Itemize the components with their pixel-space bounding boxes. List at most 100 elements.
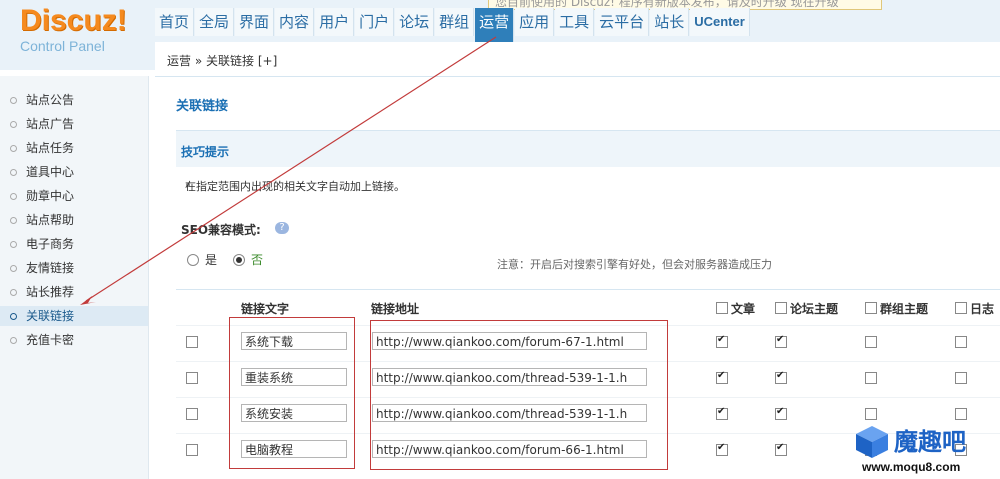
sidebar-item-label: 道具中心 — [26, 165, 75, 179]
page-title: 关联链接 — [176, 99, 229, 114]
col-link-url: 链接地址 — [371, 302, 420, 316]
seo-radio-yes-label: 是 — [205, 253, 218, 267]
thread-checkbox[interactable] — [775, 334, 787, 348]
article-checkbox[interactable] — [716, 442, 728, 456]
sidebar-item-label: 电子商务 — [26, 237, 75, 251]
nav-item-5[interactable]: 门户 — [355, 8, 395, 36]
sidebar-item-label: 友情链接 — [26, 261, 75, 275]
nav-item-1[interactable]: 全局 — [195, 8, 235, 36]
blog-checkbox[interactable] — [955, 372, 967, 384]
col-group: 群组主题 — [880, 302, 929, 316]
nav-item-6[interactable]: 论坛 — [395, 8, 435, 36]
blog-checkbox[interactable] — [955, 336, 967, 348]
annotation-box-url — [370, 320, 668, 470]
col-blog-checkbox[interactable] — [955, 302, 967, 314]
seo-label: SEO兼容模式: — [181, 223, 261, 237]
nav-item-11[interactable]: 云平台 — [595, 8, 650, 36]
bullet-icon — [10, 121, 17, 128]
hint-title: 技巧提示 — [181, 145, 230, 159]
nav-item-9[interactable]: 应用 — [515, 8, 555, 36]
sidebar-item-6[interactable]: 电子商务 — [0, 234, 148, 254]
article-checkbox[interactable] — [716, 370, 728, 384]
watermark-url: www.moqu8.com — [862, 460, 961, 474]
seo-note: 注意：开启后对搜索引擎有好处，但会对服务器造成压力 — [497, 258, 772, 271]
bullet-icon — [10, 289, 17, 296]
sidebar-item-label: 站点广告 — [26, 117, 75, 131]
nav-item-12[interactable]: 站长 — [650, 8, 690, 36]
nav-item-4[interactable]: 用户 — [315, 8, 355, 36]
nav-item-0[interactable]: 首页 — [155, 8, 195, 36]
help-icon[interactable]: ? — [275, 222, 289, 234]
col-blog: 日志 — [970, 302, 995, 316]
sidebar-item-8[interactable]: 站长推荐 — [0, 282, 148, 302]
seo-radio-yes[interactable] — [187, 254, 199, 266]
thread-checkbox[interactable] — [775, 370, 787, 384]
bullet-icon — [10, 337, 17, 344]
breadcrumb-section[interactable]: 运营 — [167, 54, 191, 68]
sidebar-item-5[interactable]: 站点帮助 — [0, 210, 148, 230]
row-select-checkbox[interactable] — [186, 372, 198, 384]
seo-radio-no[interactable] — [233, 254, 245, 266]
nav-item-8[interactable]: 运营 — [475, 8, 515, 42]
sidebar-item-4[interactable]: 勋章中心 — [0, 186, 148, 206]
blog-checkbox[interactable] — [955, 408, 967, 420]
sidebar-item-label: 站点公告 — [26, 93, 75, 107]
thread-checkbox[interactable] — [775, 442, 787, 456]
sidebar-item-10[interactable]: 充值卡密 — [0, 330, 148, 350]
nav-item-13[interactable]: UCenter — [690, 8, 750, 36]
cube-logo-icon — [856, 426, 888, 458]
nav-item-2[interactable]: 界面 — [235, 8, 275, 36]
sidebar-item-0[interactable]: 站点公告 — [0, 90, 148, 110]
breadcrumb: 运营 » 关联链接 [+] — [155, 42, 1000, 77]
bullet-icon — [10, 313, 17, 320]
bullet-icon — [10, 241, 17, 248]
row-select-checkbox[interactable] — [186, 444, 198, 456]
col-article: 文章 — [731, 302, 756, 316]
annotation-box-text — [229, 317, 355, 469]
top-nav: 首页 全局 界面 内容 用户 门户 论坛 群组 运营 应用 工具 云平台 站长 UCenter — [155, 8, 751, 42]
breadcrumb-separator: » — [194, 54, 203, 68]
nav-item-10[interactable]: 工具 — [555, 8, 595, 36]
col-link-text: 链接文字 — [241, 302, 290, 316]
row-select-checkbox[interactable] — [186, 408, 198, 420]
bullet-icon — [10, 265, 17, 272]
logo-subtitle: Control Panel — [20, 38, 105, 54]
col-thread: 论坛主题 — [790, 302, 839, 316]
sidebar-item-label: 站长推荐 — [26, 285, 75, 299]
bullet-icon — [10, 145, 17, 152]
group-checkbox[interactable] — [865, 372, 877, 384]
watermark: 魔趣吧 www.moqu8.com — [850, 420, 1000, 479]
breadcrumb-add[interactable]: [+] — [258, 54, 277, 68]
thread-checkbox[interactable] — [775, 406, 787, 420]
group-checkbox[interactable] — [865, 336, 877, 348]
sidebar-item-2[interactable]: 站点任务 — [0, 138, 148, 158]
sidebar-item-label: 关联链接 — [26, 309, 75, 323]
sidebar-item-1[interactable]: 站点广告 — [0, 114, 148, 134]
nav-item-3[interactable]: 内容 — [275, 8, 315, 36]
table-top-border — [176, 289, 1000, 290]
group-checkbox[interactable] — [865, 408, 877, 420]
sidebar-item-7[interactable]: 友情链接 — [0, 258, 148, 278]
bullet-icon — [10, 193, 17, 200]
row-select-checkbox[interactable] — [186, 336, 198, 348]
article-checkbox[interactable] — [716, 406, 728, 420]
article-checkbox[interactable] — [716, 334, 728, 348]
sidebar: 站点公告站点广告站点任务道具中心勋章中心站点帮助电子商务友情链接站长推荐关联链接… — [0, 76, 149, 479]
seo-radio-no-label: 否 — [251, 253, 264, 267]
sidebar-item-label: 充值卡密 — [26, 333, 75, 347]
main-content: 关联链接 技巧提示 在指定范围内出现的相关文字自动加上链接。 SEO兼容模式: … — [155, 77, 1000, 479]
sidebar-item-label: 站点任务 — [26, 141, 75, 155]
col-group-checkbox[interactable] — [865, 302, 877, 314]
hint-text: 在指定范围内出现的相关文字自动加上链接。 — [185, 180, 405, 193]
col-article-checkbox[interactable] — [716, 302, 728, 314]
hint-header: 技巧提示 — [176, 130, 1000, 167]
bullet-icon — [10, 97, 17, 104]
sidebar-item-label: 勋章中心 — [26, 189, 75, 203]
breadcrumb-page: 关联链接 — [206, 54, 255, 68]
sidebar-item-3[interactable]: 道具中心 — [0, 162, 148, 182]
nav-item-7[interactable]: 群组 — [435, 8, 475, 36]
watermark-text: 魔趣吧 — [894, 428, 966, 456]
col-thread-checkbox[interactable] — [775, 302, 787, 314]
discuz-logo[interactable]: Discuz! Control Panel — [20, 6, 127, 55]
sidebar-item-9[interactable]: 关联链接 — [0, 306, 148, 326]
